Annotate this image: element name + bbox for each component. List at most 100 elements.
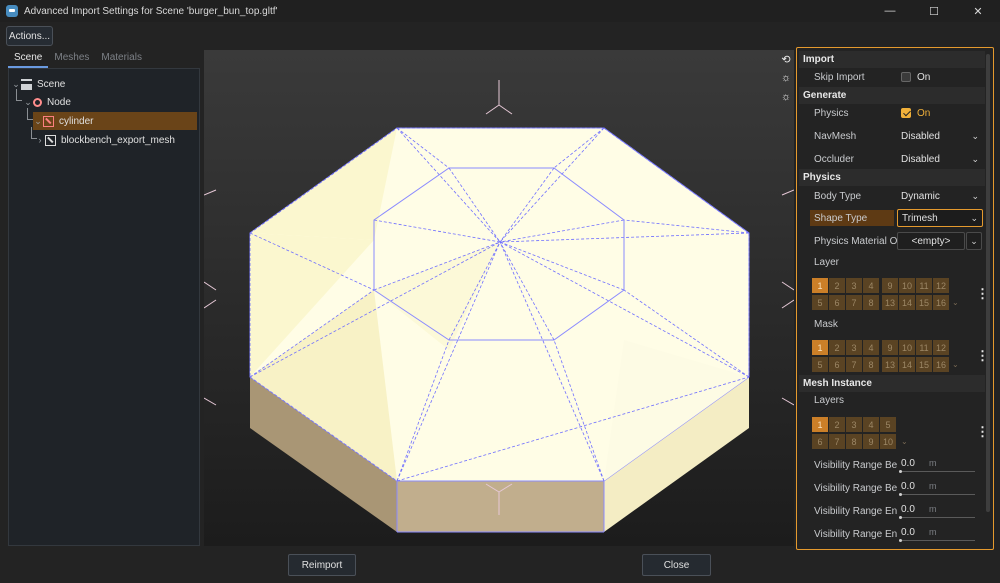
layer-cell[interactable]: 7 [846,357,862,372]
layer-cell[interactable]: 6 [812,434,828,449]
tree-item-node[interactable]: ⌄ Node [23,93,197,111]
inspector-scrollbar[interactable] [986,54,990,512]
tab-materials[interactable]: Materials [95,50,148,68]
maximize-button[interactable]: ☐ [912,0,956,22]
layer-cell[interactable]: 1 [812,340,828,355]
layer-cell[interactable]: 9 [863,434,879,449]
layer-cell[interactable]: 10 [880,434,896,449]
layer-cell[interactable]: 13 [882,357,898,372]
layer-cell[interactable]: 12 [933,278,949,293]
vis-range-end-label: Visibility Range En [814,505,898,517]
layer-cell[interactable]: 5 [812,357,828,372]
layer-cell[interactable]: 15 [916,295,932,310]
layer-cell[interactable]: 10 [899,340,915,355]
collision-layer-grid[interactable]: 1 2 3 4 9 10 11 12 5 6 7 8 13 14 15 16 ⌄ [812,278,962,312]
light-1-icon[interactable]: ☼ [780,72,792,84]
layer-cell[interactable]: 11 [916,278,932,293]
tree-item-cylinder[interactable]: ⌄ cylinder [33,112,197,130]
physics-material-picker[interactable]: <empty> [897,232,965,250]
skip-import-label: Skip Import [814,71,865,83]
rotate-light-icon[interactable]: ⟲ [780,54,792,66]
layer-cell[interactable]: 3 [846,278,862,293]
chevron-down-icon[interactable]: ⌄ [901,437,908,446]
chevron-down-icon[interactable]: ⌄ [23,97,33,108]
section-import: Import [799,51,985,68]
tab-scene[interactable]: Scene [8,50,49,68]
layer-cell[interactable]: 4 [863,340,879,355]
layer-cell[interactable]: 16 [933,295,949,310]
layer-cell[interactable]: 6 [829,357,845,372]
layer-cell[interactable]: 12 [933,340,949,355]
more-options-icon[interactable]: ⋮ [976,425,989,438]
layer-cell[interactable]: 9 [882,278,898,293]
layer-cell[interactable]: 7 [829,434,845,449]
tree-item-label: blockbench_export_mesh [61,134,175,146]
more-options-icon[interactable]: ⋮ [976,287,989,300]
vis-range-end-margin-slider[interactable]: 0.0 m [899,525,977,543]
render-layers-grid[interactable]: 1 2 3 4 5 6 7 8 9 10 ⌄ [812,417,912,451]
layer-cell[interactable]: 13 [882,295,898,310]
layer-cell[interactable]: 4 [863,417,879,432]
vis-range-begin-margin-slider[interactable]: 0.0 m [899,479,977,497]
vis-range-begin-slider[interactable]: 0.0 m [899,456,977,474]
layer-cell[interactable]: 14 [899,295,915,310]
reimport-button[interactable]: Reimport [288,554,356,576]
layer-cell[interactable]: 10 [899,278,915,293]
chevron-down-icon: ⌄ [971,153,979,164]
title-bar: Advanced Import Settings for Scene 'burg… [0,0,1000,22]
physics-toggle[interactable]: On [901,104,930,122]
chevron-right-icon[interactable]: › [35,135,45,145]
light-2-icon[interactable]: ☼ [780,91,792,103]
layer-label: Layer [814,256,840,268]
layer-cell[interactable]: 7 [846,295,862,310]
layer-cell[interactable]: 3 [846,340,862,355]
navmesh-dropdown[interactable]: Disabled ⌄ [897,127,983,145]
skip-import-toggle[interactable]: On [901,68,930,86]
shape-type-label: Shape Type [810,210,894,226]
tree-item-scene[interactable]: ⌄ Scene [11,75,197,93]
shape-type-dropdown[interactable]: Trimesh ⌄ [897,209,983,227]
layer-cell[interactable]: 11 [916,340,932,355]
chevron-down-icon[interactable]: ⌄ [952,298,959,307]
layer-cell[interactable]: 2 [829,417,845,432]
layer-cell[interactable]: 14 [899,357,915,372]
chevron-down-icon[interactable]: ⌄ [966,232,982,250]
actions-menu-button[interactable]: Actions... [6,26,53,46]
3d-preview-viewport[interactable]: ⟲ ☼ ☼ [204,50,794,546]
chevron-down-icon[interactable]: ⌄ [11,79,21,90]
navmesh-label: NavMesh [814,130,857,142]
layer-cell[interactable]: 1 [812,417,828,432]
close-button[interactable]: Close [642,554,711,576]
checkbox-checked-icon[interactable] [901,108,911,118]
layer-cell[interactable]: 8 [846,434,862,449]
vis-range-end-margin-label: Visibility Range En [814,528,898,540]
chevron-down-icon[interactable]: ⌄ [952,360,959,369]
layer-cell[interactable]: 5 [812,295,828,310]
layer-cell[interactable]: 15 [916,357,932,372]
mesh-icon [45,134,56,146]
layer-cell[interactable]: 16 [933,357,949,372]
vis-range-end-slider[interactable]: 0.0 m [899,502,977,520]
mesh-side-face-front [397,481,604,532]
tab-meshes[interactable]: Meshes [48,50,95,68]
more-options-icon[interactable]: ⋮ [976,349,989,362]
layer-cell[interactable]: 8 [863,357,879,372]
tree-item-blockbench-mesh[interactable]: › blockbench_export_mesh [35,131,197,149]
layer-cell[interactable]: 4 [863,278,879,293]
body-type-dropdown[interactable]: Dynamic ⌄ [897,187,983,205]
chevron-down-icon[interactable]: ⌄ [33,116,43,127]
layer-cell[interactable]: 9 [882,340,898,355]
layer-cell[interactable]: 6 [829,295,845,310]
minimize-button[interactable]: — [868,0,912,22]
chevron-down-icon: ⌄ [970,212,978,223]
layer-cell[interactable]: 2 [829,278,845,293]
layer-cell[interactable]: 1 [812,278,828,293]
checkbox-icon[interactable] [901,72,911,82]
layer-cell[interactable]: 3 [846,417,862,432]
collision-mask-grid[interactable]: 1 2 3 4 9 10 11 12 5 6 7 8 13 14 15 16 ⌄ [812,340,962,374]
layer-cell[interactable]: 2 [829,340,845,355]
close-window-button[interactable]: ✕ [956,0,1000,22]
occluder-dropdown[interactable]: Disabled ⌄ [897,150,983,168]
layer-cell[interactable]: 5 [880,417,896,432]
layer-cell[interactable]: 8 [863,295,879,310]
